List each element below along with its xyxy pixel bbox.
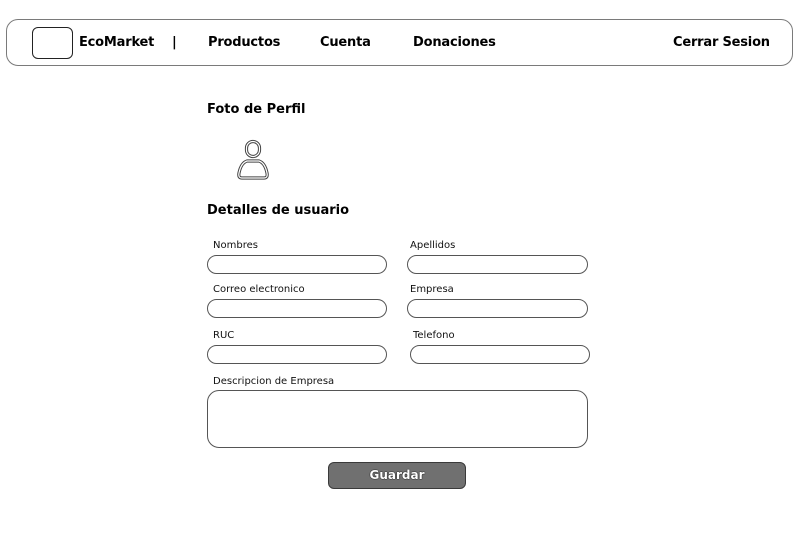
telefono-label: Telefono bbox=[413, 330, 455, 341]
user-details-title: Detalles de usuario bbox=[207, 203, 350, 218]
empresa-input[interactable] bbox=[407, 299, 588, 318]
nav-separator: | bbox=[172, 35, 177, 50]
telefono-input[interactable] bbox=[410, 345, 590, 364]
profile-photo-title: Foto de Perfil bbox=[207, 102, 306, 117]
nombres-label: Nombres bbox=[213, 240, 258, 251]
user-outline-icon[interactable] bbox=[235, 139, 271, 181]
ruc-label: RUC bbox=[213, 330, 235, 341]
brand-name[interactable]: EcoMarket bbox=[79, 35, 154, 50]
save-button[interactable]: Guardar bbox=[328, 462, 466, 489]
logout-link[interactable]: Cerrar Sesion bbox=[673, 35, 770, 50]
nav-item-productos[interactable]: Productos bbox=[208, 35, 280, 50]
nav-item-cuenta[interactable]: Cuenta bbox=[320, 35, 371, 50]
descripcion-textarea[interactable] bbox=[207, 390, 588, 448]
top-navbar: EcoMarket | Productos Cuenta Donaciones … bbox=[6, 19, 793, 66]
descripcion-label: Descripcion de Empresa bbox=[213, 376, 335, 387]
logo-placeholder[interactable] bbox=[32, 27, 73, 59]
nav-item-donaciones[interactable]: Donaciones bbox=[413, 35, 496, 50]
correo-label: Correo electronico bbox=[213, 284, 305, 295]
ruc-input[interactable] bbox=[207, 345, 387, 364]
nombres-input[interactable] bbox=[207, 255, 387, 274]
empresa-label: Empresa bbox=[410, 284, 454, 295]
email-input[interactable] bbox=[207, 299, 387, 318]
apellidos-label: Apellidos bbox=[410, 240, 456, 251]
apellidos-input[interactable] bbox=[407, 255, 588, 274]
